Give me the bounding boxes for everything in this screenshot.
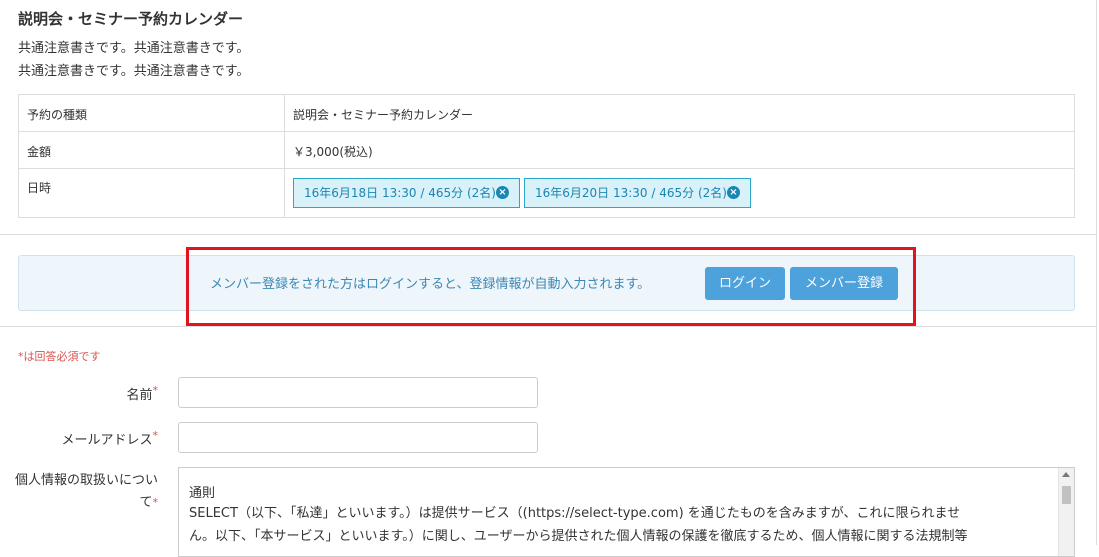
- column-divider: [284, 169, 285, 217]
- required-mark: *: [152, 429, 159, 442]
- remove-circle-icon[interactable]: ×: [727, 186, 740, 199]
- policy-heading: 通則: [189, 486, 216, 501]
- date-tag-2: 16年6月20日 13:30 / 465分 (2名) ×: [524, 178, 751, 208]
- email-label-text: メールアドレス: [61, 433, 153, 448]
- section-divider: [0, 326, 1096, 327]
- price-label: 金額: [27, 145, 52, 159]
- privacy-label-text: 個人情報の取扱いについて: [14, 473, 158, 510]
- required-mark: *: [152, 384, 159, 397]
- column-divider: [284, 132, 285, 168]
- email-input[interactable]: [178, 422, 538, 453]
- date-tag-label: 16年6月20日 13:30 / 465分 (2名): [535, 186, 727, 200]
- scroll-thumb[interactable]: [1062, 486, 1071, 504]
- date-tag-1: 16年6月18日 13:30 / 465分 (2名) ×: [293, 178, 520, 208]
- date-tag-label: 16年6月18日 13:30 / 465分 (2名): [304, 186, 496, 200]
- privacy-label: 個人情報の取扱いについて*: [12, 470, 158, 514]
- required-note: *は回答必須です: [18, 350, 101, 363]
- name-label: 名前*: [60, 384, 158, 403]
- page-title: 説明会・セミナー予約カレンダー: [18, 10, 244, 28]
- remove-circle-icon[interactable]: ×: [496, 186, 509, 199]
- required-mark: *: [152, 496, 159, 509]
- policy-text-line: SELECT（以下、「私達」といいます。）は提供サービス（(https://se…: [189, 506, 961, 521]
- column-divider: [284, 95, 285, 131]
- name-label-text: 名前: [126, 388, 153, 403]
- scroll-up-arrow-icon[interactable]: [1062, 472, 1070, 477]
- datetime-label: 日時: [27, 181, 52, 195]
- section-divider: [0, 234, 1096, 235]
- name-input[interactable]: [178, 377, 538, 408]
- email-label: メールアドレス*: [20, 429, 158, 448]
- privacy-policy-textarea[interactable]: 通則 SELECT（以下、「私達」といいます。）は提供サービス（(https:/…: [178, 467, 1075, 557]
- common-note-1: 共通注意書きです。共通注意書きです。: [18, 41, 250, 56]
- page-right-border: [1096, 0, 1097, 545]
- info-row-price: 金額 ￥3,000(税込): [19, 132, 1074, 169]
- common-note-2: 共通注意書きです。共通注意書きです。: [18, 64, 250, 79]
- price-value: ￥3,000(税込): [293, 145, 373, 159]
- policy-scrollbar[interactable]: [1058, 468, 1074, 556]
- info-row-type: 予約の種類 説明会・セミナー予約カレンダー: [19, 95, 1074, 132]
- reservation-type-value: 説明会・セミナー予約カレンダー: [293, 108, 474, 122]
- policy-text-line: ん。以下、「本サービス」といいます。）に関し、ユーザーから提供された個人情報の保…: [189, 529, 968, 544]
- reservation-type-label: 予約の種類: [27, 108, 88, 122]
- info-row-datetime: 日時 16年6月18日 13:30 / 465分 (2名) × 16年6月20日…: [19, 169, 1074, 217]
- reservation-info-table: 予約の種類 説明会・セミナー予約カレンダー 金額 ￥3,000(税込) 日時 1…: [18, 94, 1075, 218]
- highlight-annotation-box: [186, 247, 916, 326]
